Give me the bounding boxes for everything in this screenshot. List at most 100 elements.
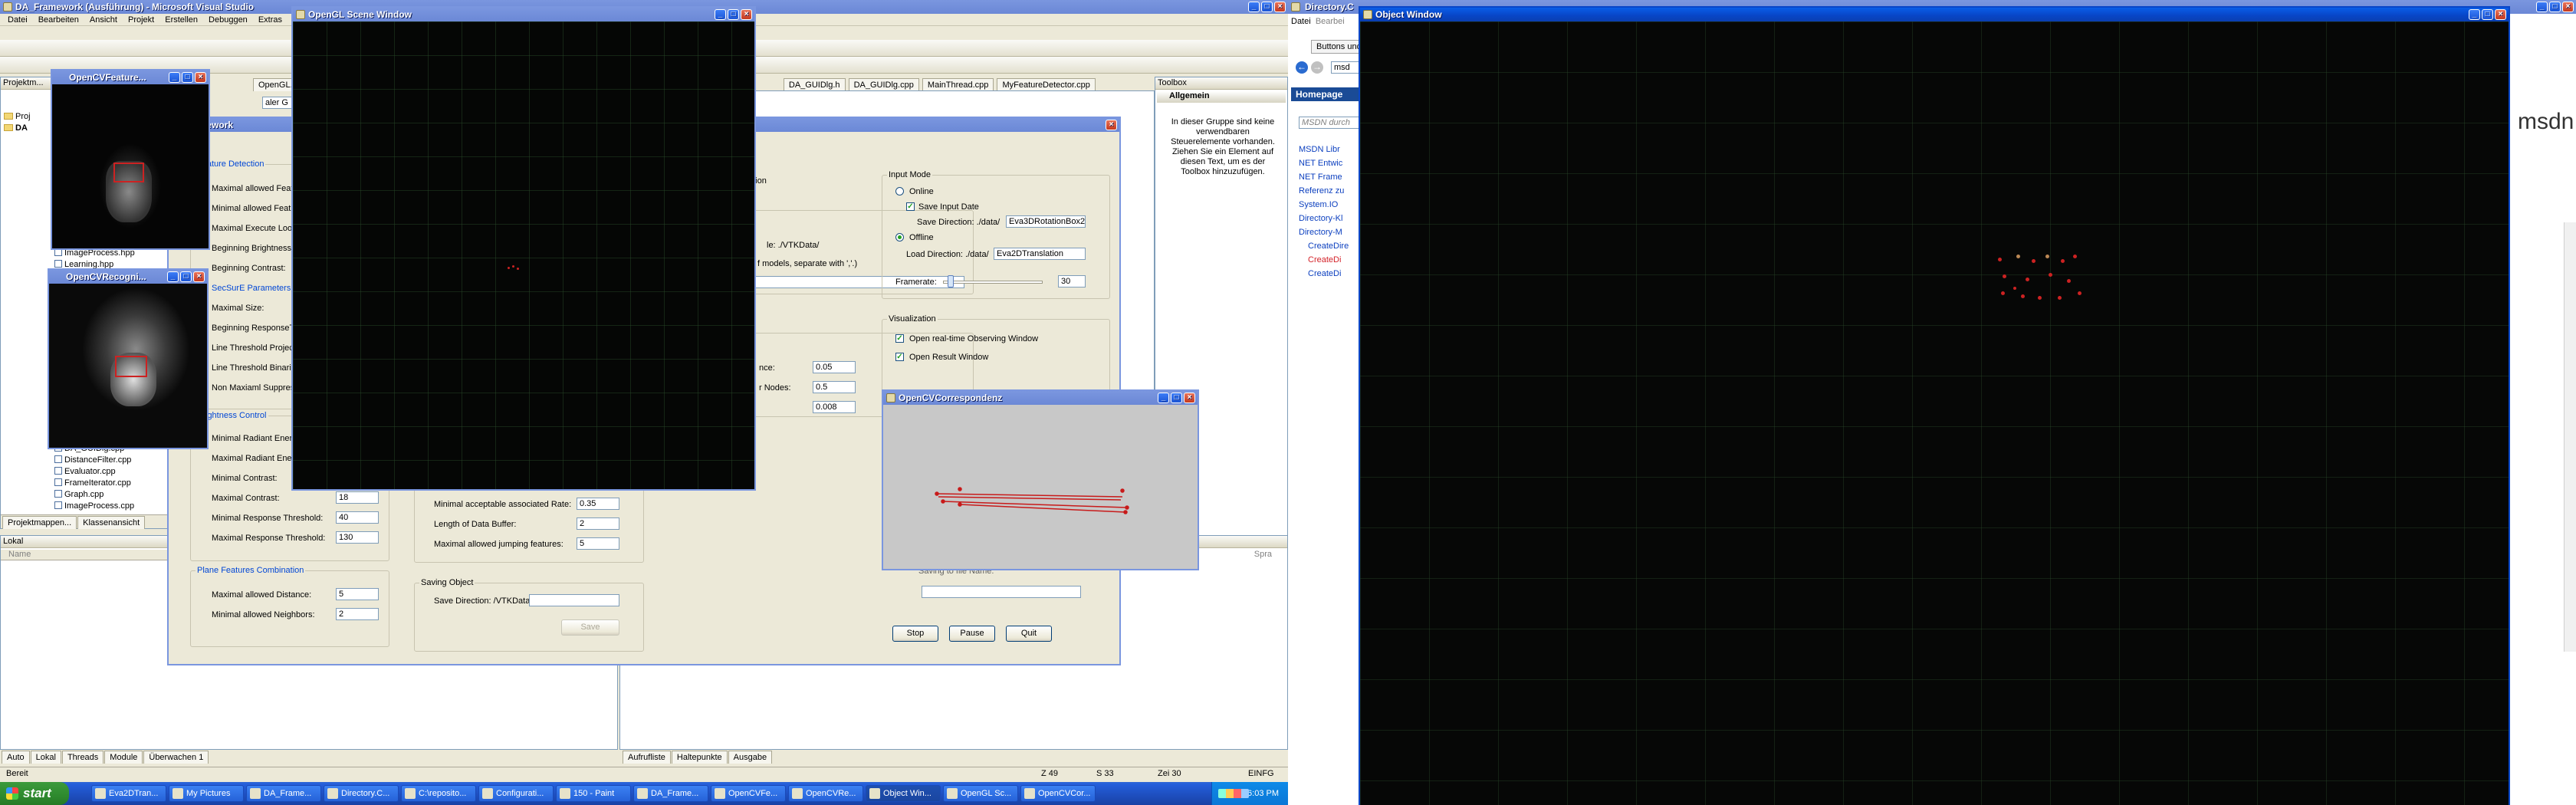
toc-link[interactable]: CreateDire — [1299, 239, 1349, 253]
stop-button[interactable]: Stop — [892, 626, 938, 642]
close-icon[interactable]: × — [741, 9, 752, 20]
toc-link[interactable]: Directory-Kl — [1299, 212, 1349, 225]
save-input-checkbox[interactable]: ✓ — [906, 202, 915, 211]
tab-auto[interactable]: Auto — [2, 751, 30, 764]
menu-extras[interactable]: Extras — [254, 14, 287, 25]
toc-link[interactable]: MSDN Libr — [1299, 143, 1349, 156]
taskbar-item[interactable]: Directory.C... — [324, 785, 399, 802]
tab-module[interactable]: Module — [104, 751, 143, 764]
taskbar-item-active[interactable]: Object Win... — [866, 785, 941, 802]
toc-link[interactable]: NET Frame — [1299, 170, 1349, 184]
offline-radio[interactable] — [895, 233, 904, 242]
toc-link[interactable]: CreateDi — [1299, 267, 1349, 281]
assoc-rate-input[interactable]: 0.35 — [577, 498, 619, 510]
tab-threads[interactable]: Threads — [61, 751, 104, 764]
close-icon[interactable]: × — [193, 271, 205, 282]
tab-klassenansicht[interactable]: Klassenansicht — [77, 516, 146, 529]
minimize-icon[interactable]: _ — [167, 271, 179, 282]
maximize-icon[interactable]: □ — [2549, 2, 2561, 12]
back-button[interactable]: ← — [1296, 61, 1308, 74]
max-contrast-input[interactable]: 18 — [336, 491, 379, 504]
toc-link[interactable]: Referenz zu — [1299, 184, 1349, 198]
online-radio[interactable] — [895, 187, 904, 196]
taskbar-item[interactable]: Eva2DTran... — [91, 785, 166, 802]
toc-link[interactable]: Directory-M — [1299, 225, 1349, 239]
maximize-icon[interactable]: □ — [1261, 2, 1273, 12]
max-distance-input[interactable]: 5 — [336, 588, 379, 600]
taskbar-item[interactable]: 150 - Paint — [556, 785, 631, 802]
maximize-icon[interactable]: □ — [180, 271, 192, 282]
close-icon[interactable]: × — [1106, 120, 1117, 130]
tree-item[interactable]: FrameIterator.cpp — [54, 478, 134, 489]
pause-button[interactable]: Pause — [949, 626, 995, 642]
start-button[interactable]: start — [0, 782, 69, 805]
toc-link[interactable]: System.IO — [1299, 198, 1349, 212]
maximize-icon[interactable]: □ — [182, 72, 193, 83]
tree-item[interactable]: Graph.cpp — [54, 489, 134, 501]
taskbar-item[interactable]: DA_Frame... — [633, 785, 708, 802]
msdn-scrollbar[interactable] — [2564, 222, 2576, 652]
opengl-viewport[interactable] — [293, 21, 754, 489]
maximize-icon[interactable]: □ — [2482, 9, 2493, 20]
tab-aufrufliste[interactable]: Aufrufliste — [623, 751, 671, 764]
object-viewport[interactable] — [1360, 21, 2509, 805]
tab-lokal[interactable]: Lokal — [30, 751, 61, 764]
maximize-icon[interactable]: □ — [728, 9, 739, 20]
max-response-input[interactable]: 130 — [336, 531, 379, 544]
saving-file-input[interactable] — [922, 586, 1081, 598]
taskbar-item[interactable]: C:\reposito... — [401, 785, 476, 802]
quit-button[interactable]: Quit — [1006, 626, 1052, 642]
tree-item[interactable]: ImageProcess.cpp — [54, 501, 134, 512]
doc-tab[interactable]: DA_GUIDlg.cpp — [848, 78, 919, 91]
menu-debuggen[interactable]: Debuggen — [204, 14, 252, 25]
forward-button[interactable]: → — [1311, 61, 1323, 74]
taskbar-item[interactable]: OpenGL Sc... — [943, 785, 1018, 802]
minimize-icon[interactable]: _ — [715, 9, 726, 20]
minimize-icon[interactable]: _ — [169, 72, 180, 83]
tab-ueberwachen[interactable]: Überwachen 1 — [143, 751, 209, 764]
taskbar-item[interactable]: OpenCVRe... — [788, 785, 863, 802]
framerate-input[interactable]: 30 — [1058, 275, 1086, 288]
tab-projektmappen[interactable]: Projektmappen... — [2, 516, 77, 529]
param-input-1[interactable]: 0.05 — [813, 361, 856, 373]
menu-bearbeiten[interactable]: Bearbeiten — [34, 14, 84, 25]
maximize-icon[interactable]: □ — [1171, 393, 1182, 403]
toolbox-group[interactable]: Allgemein — [1157, 91, 1286, 103]
taskbar-item[interactable]: My Pictures — [169, 785, 244, 802]
save-object-input[interactable] — [529, 594, 619, 606]
taskbar-item[interactable]: Configurati... — [478, 785, 554, 802]
menu-ansicht[interactable]: Ansicht — [85, 14, 122, 25]
open-observing-checkbox[interactable]: ✓ — [895, 334, 904, 343]
toc-link[interactable]: NET Entwic — [1299, 156, 1349, 170]
taskbar-item[interactable]: OpenCVFe... — [711, 785, 786, 802]
msdn-search-input[interactable]: MSDN durch — [1299, 117, 1368, 129]
toc-link-current[interactable]: CreateDi — [1299, 253, 1349, 267]
close-icon[interactable]: × — [2562, 2, 2574, 12]
doc-tab[interactable]: MainThread.cpp — [922, 78, 994, 91]
tray-icons[interactable] — [1218, 789, 1249, 798]
param-input-2[interactable]: 0.5 — [813, 381, 856, 393]
framerate-slider-thumb[interactable] — [948, 275, 954, 288]
tree-item[interactable]: Proj — [4, 111, 31, 123]
menu-datei[interactable]: Datei — [1291, 17, 1311, 26]
tree-item[interactable]: Evaluator.cpp — [54, 466, 134, 478]
save-button[interactable]: Save — [561, 619, 619, 636]
taskbar-item[interactable]: DA_Frame... — [246, 785, 321, 802]
save-dir-input[interactable]: Eva3DRotationBox2 — [1006, 215, 1086, 228]
buffer-length-input[interactable]: 2 — [577, 518, 619, 530]
load-dir-input[interactable]: Eva2DTranslation — [994, 248, 1086, 260]
tree-item[interactable]: DistanceFilter.cpp — [54, 455, 134, 466]
open-result-checkbox[interactable]: ✓ — [895, 353, 904, 361]
menu-bearbeiten[interactable]: Bearbei — [1316, 17, 1345, 26]
minimize-icon[interactable]: _ — [2536, 2, 2548, 12]
doc-tab[interactable]: DA_GUIDlg.h — [783, 78, 846, 91]
menu-erstellen[interactable]: Erstellen — [160, 14, 202, 25]
min-response-input[interactable]: 40 — [336, 511, 379, 524]
tree-item[interactable]: DA — [4, 123, 31, 134]
minimize-icon[interactable]: _ — [1158, 393, 1169, 403]
min-neighbors-input[interactable]: 2 — [336, 608, 379, 620]
menu-datei[interactable]: Datei — [3, 14, 32, 25]
close-icon[interactable]: × — [1274, 2, 1286, 12]
tab-haltepunkte[interactable]: Haltepunkte — [671, 751, 728, 764]
taskbar-item[interactable]: OpenCVCor... — [1020, 785, 1096, 802]
